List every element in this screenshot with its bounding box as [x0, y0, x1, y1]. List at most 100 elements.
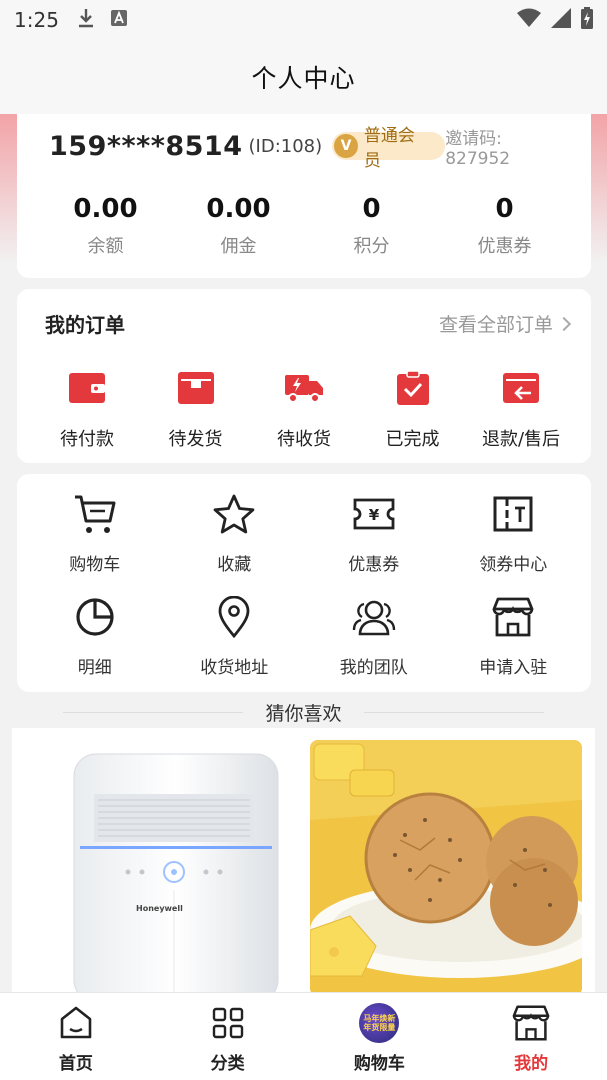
tool-label: 收货地址 [200, 658, 269, 678]
tool-label: 优惠券 [348, 555, 400, 575]
nav-label: 分类 [210, 1054, 245, 1074]
tools-grid: 购物车 收藏 ¥ 优惠券 领券中心 明细 收货地址 我的团队 申请入驻 [25, 492, 583, 678]
invite-code-label: 邀请码: [445, 128, 502, 149]
tool-cart[interactable]: 购物车 [25, 492, 165, 575]
tool-apply-settle[interactable]: 申请入驻 [444, 595, 584, 678]
status-time: 1:25 [14, 8, 59, 32]
nav-home[interactable]: 首页 [0, 993, 152, 1080]
order-pending-receipt[interactable]: 待收货 [250, 371, 358, 451]
divider [363, 711, 544, 713]
member-level-badge[interactable]: V 普通会员 [332, 126, 446, 171]
view-all-orders-label: 查看全部订单 [438, 314, 553, 336]
stat-label: 余额 [87, 236, 124, 257]
tool-address[interactable]: 收货地址 [165, 595, 305, 678]
nav-label: 我的 [514, 1054, 549, 1074]
wallet-icon [68, 371, 106, 405]
nav-mine[interactable]: 我的 [455, 993, 607, 1080]
order-pending-shipment[interactable]: 待发货 [142, 371, 250, 451]
tool-coupons[interactable]: ¥ 优惠券 [304, 492, 444, 575]
home-icon [56, 1003, 96, 1043]
refund-icon [502, 371, 540, 405]
tool-label: 我的团队 [339, 658, 408, 678]
tool-label: 明细 [77, 658, 112, 678]
orders-card: 我的订单 查看全部订单 待付款 待发货 待收货 已完成 退款/售后 [17, 289, 591, 463]
order-label: 退款/售后 [481, 429, 561, 450]
product-card[interactable]: Honeywell [24, 740, 296, 996]
stat-balance[interactable]: 0.00 余额 [39, 194, 172, 258]
tool-label: 申请入驻 [479, 658, 548, 678]
tools-card: 购物车 收藏 ¥ 优惠券 领券中心 明细 收货地址 我的团队 申请入驻 [17, 474, 591, 692]
chevron-right-icon [556, 316, 572, 331]
account-stats: 0.00 余额 0.00 佣金 0 积分 0 优惠券 [17, 194, 591, 258]
guess-section-header: 猜你喜欢 [0, 697, 607, 727]
cellular-signal-icon [551, 8, 571, 32]
team-icon [352, 595, 396, 639]
orders-title: 我的订单 [45, 313, 125, 337]
order-completed[interactable]: 已完成 [359, 371, 467, 451]
tool-label: 领券中心 [479, 555, 548, 575]
wifi-icon [517, 8, 541, 32]
coupon-icon: ¥ [352, 492, 396, 536]
tool-favorites[interactable]: 收藏 [165, 492, 305, 575]
product-feed: Honeywell [12, 728, 595, 996]
order-label: 待收货 [277, 429, 331, 450]
star-icon [212, 492, 256, 536]
stat-points[interactable]: 0 积分 [305, 194, 438, 258]
page-title: 个人中心 [251, 64, 356, 93]
product-card[interactable] [310, 740, 582, 996]
air-purifier-image [73, 753, 279, 996]
category-grid-icon [208, 1003, 248, 1043]
promo-badge-text: 马年焕新 年货限量 [359, 1003, 400, 1043]
order-label: 待发货 [168, 429, 223, 450]
stat-label: 积分 [353, 236, 390, 257]
battery-icon [581, 7, 593, 33]
divider [63, 711, 244, 713]
invite-code[interactable]: 邀请码: 827952 [445, 124, 571, 169]
nav-category[interactable]: 分类 [152, 993, 304, 1080]
store-icon [491, 595, 535, 639]
guess-title: 猜你喜欢 [265, 702, 342, 725]
truck-icon [285, 371, 323, 405]
stat-value: 0 [495, 194, 514, 224]
vip-icon: V [334, 134, 358, 158]
bottom-nav: 首页 分类 马年焕新 年货限量 购物车 我的 [0, 992, 607, 1080]
view-all-orders-link[interactable]: 查看全部订单 [438, 310, 572, 337]
nav-label: 首页 [58, 1054, 93, 1074]
app-header: 个人中心 [0, 40, 607, 114]
promo-badge-icon: 马年焕新 年货限量 [359, 1003, 400, 1043]
svg-text:¥: ¥ [369, 506, 380, 524]
stat-label: 优惠券 [477, 236, 532, 257]
order-label: 待付款 [60, 429, 114, 450]
product-brand: Honeywell [136, 904, 183, 913]
location-pin-icon [212, 595, 256, 639]
box-icon [177, 371, 215, 405]
member-level-label: 普通会员 [363, 126, 415, 171]
tool-label: 收藏 [217, 555, 252, 575]
tool-coupon-center[interactable]: 领券中心 [444, 492, 584, 575]
cookie-image [310, 740, 582, 996]
stat-value: 0 [362, 194, 381, 224]
nav-cart[interactable]: 马年焕新 年货限量 购物车 [304, 993, 456, 1080]
order-refund[interactable]: 退款/售后 [467, 371, 575, 451]
tool-label: 购物车 [69, 555, 121, 575]
clipboard-check-icon [394, 371, 432, 405]
stat-value: 0.00 [73, 194, 138, 224]
download-icon [77, 8, 95, 32]
stat-coupons[interactable]: 0 优惠券 [438, 194, 571, 258]
user-id: (ID:108) [248, 135, 323, 157]
pie-chart-icon [73, 595, 117, 639]
order-status-row: 待付款 待发货 待收货 已完成 退款/售后 [33, 371, 575, 451]
store-icon [511, 1003, 551, 1043]
stat-commission[interactable]: 0.00 佣金 [172, 194, 305, 258]
stat-label: 佣金 [220, 236, 257, 257]
orders-header: 我的订单 查看全部订单 [45, 309, 572, 338]
app-notification-icon [110, 10, 127, 30]
order-pending-payment[interactable]: 待付款 [33, 371, 141, 451]
nav-label: 购物车 [353, 1054, 405, 1074]
cart-icon [73, 492, 117, 536]
tool-team[interactable]: 我的团队 [304, 595, 444, 678]
invite-code-value: 827952 [445, 148, 511, 169]
tool-details[interactable]: 明细 [25, 595, 165, 678]
user-phone: 159****8514 [49, 130, 243, 162]
ticket-icon [491, 492, 535, 536]
